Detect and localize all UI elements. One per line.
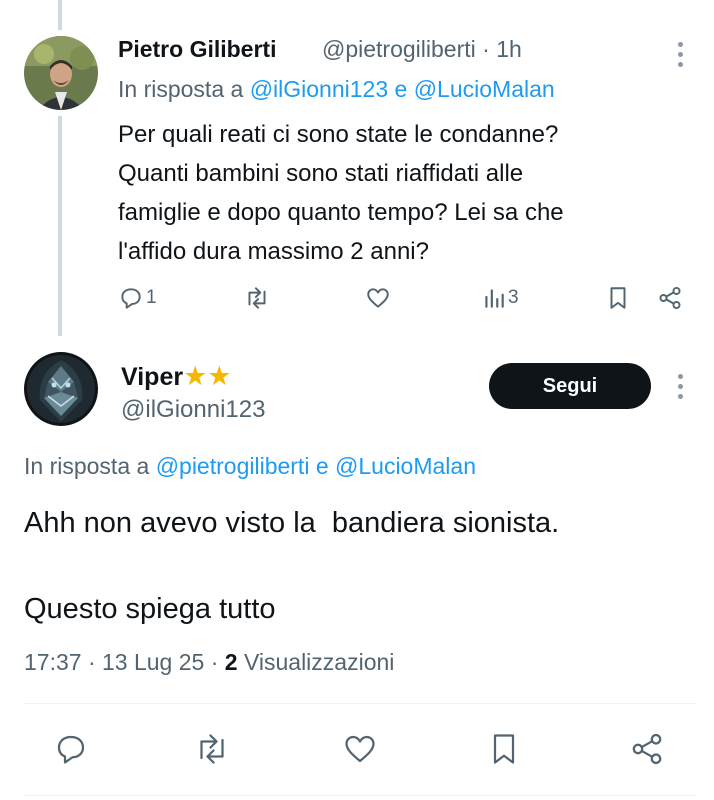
reply-prefix: In risposta a — [118, 76, 244, 102]
more-options-icon[interactable] — [678, 374, 686, 404]
tweet-timestamp: 17:37 · 13 Lug 25 · — [24, 649, 219, 675]
reply-context: In risposta a @pietrogiliberti e @LucioM… — [24, 453, 476, 480]
reply-count: 1 — [146, 287, 157, 308]
handle-text: @pietrogiliberti — [322, 36, 476, 62]
tweet-time: · 1h — [482, 36, 522, 62]
reply-button[interactable] — [52, 731, 90, 767]
heart-icon — [345, 735, 375, 763]
retweet-icon — [248, 287, 266, 309]
avatar-viper[interactable] — [24, 352, 98, 426]
share-button[interactable] — [628, 731, 666, 767]
reply-conjunction: e — [315, 453, 329, 479]
views-button[interactable]: 3 — [483, 285, 519, 311]
tweet-text: Per quali reati ci sono state le condann… — [118, 115, 564, 271]
avatar-pietro[interactable] — [24, 36, 98, 110]
heart-icon — [367, 288, 389, 308]
views-count: 3 — [508, 287, 519, 308]
mention-link[interactable]: @LucioMalan — [414, 76, 555, 102]
tweet-text-line: Quanti bambini sono stati riaffidati all… — [118, 160, 524, 187]
author-handle[interactable]: @pietrogiliberti · 1h — [322, 36, 522, 63]
retweet-icon — [200, 734, 224, 764]
share-icon — [659, 286, 681, 310]
reply-icon — [121, 288, 141, 309]
share-icon — [632, 733, 662, 765]
more-options-icon[interactable] — [678, 42, 686, 72]
tweet-metadata: 17:37 · 13 Lug 25 · 2 Visualizzazioni — [24, 649, 394, 676]
reply-icon — [57, 735, 85, 764]
analytics-icon — [485, 289, 504, 308]
share-button[interactable] — [656, 285, 684, 311]
bookmark-button[interactable] — [606, 285, 630, 311]
mention-link[interactable]: @LucioMalan — [335, 453, 476, 479]
star-emoji-icon: ★★ — [183, 361, 232, 391]
reply-conjunction: e — [394, 76, 408, 102]
tweet-text-line: Questo spiega tutto — [24, 593, 276, 625]
thread-line — [58, 0, 62, 30]
author-name[interactable]: Pietro Giliberti — [118, 36, 276, 63]
retweet-button[interactable] — [192, 731, 232, 767]
views-count[interactable]: 2 — [225, 649, 238, 675]
mention-link[interactable]: @ilGionni123 — [250, 76, 388, 102]
reply-prefix: In risposta a — [24, 453, 150, 479]
mention-link[interactable]: @pietrogiliberti — [156, 453, 310, 479]
reply-button[interactable]: 1 — [118, 285, 157, 311]
author-handle[interactable]: @ilGionni123 — [121, 396, 265, 424]
author-name-text: Viper — [121, 363, 184, 391]
tweet-text-line: Per quali reati ci sono state le condann… — [118, 121, 559, 148]
divider — [24, 703, 696, 704]
bookmark-button[interactable] — [486, 731, 522, 767]
divider — [24, 795, 696, 796]
like-button[interactable] — [340, 731, 380, 767]
views-label[interactable]: Visualizzazioni — [244, 649, 394, 675]
retweet-button[interactable] — [243, 285, 271, 311]
author-name[interactable]: Viper★★ — [121, 361, 232, 392]
tweet-text-line: famiglie e dopo quanto tempo? Lei sa che — [118, 199, 564, 226]
bookmark-icon — [493, 734, 515, 764]
thread-line — [58, 116, 62, 336]
reply-context: In risposta a @ilGionni123 e @LucioMalan — [118, 76, 555, 103]
bookmark-icon — [610, 287, 626, 309]
follow-button[interactable]: Segui — [489, 363, 651, 409]
tweet-text-line: l'affido dura massimo 2 anni? — [118, 238, 429, 265]
tweet-text-line: Ahh non avevo visto la bandiera sionista… — [24, 507, 560, 539]
like-button[interactable] — [364, 285, 392, 311]
